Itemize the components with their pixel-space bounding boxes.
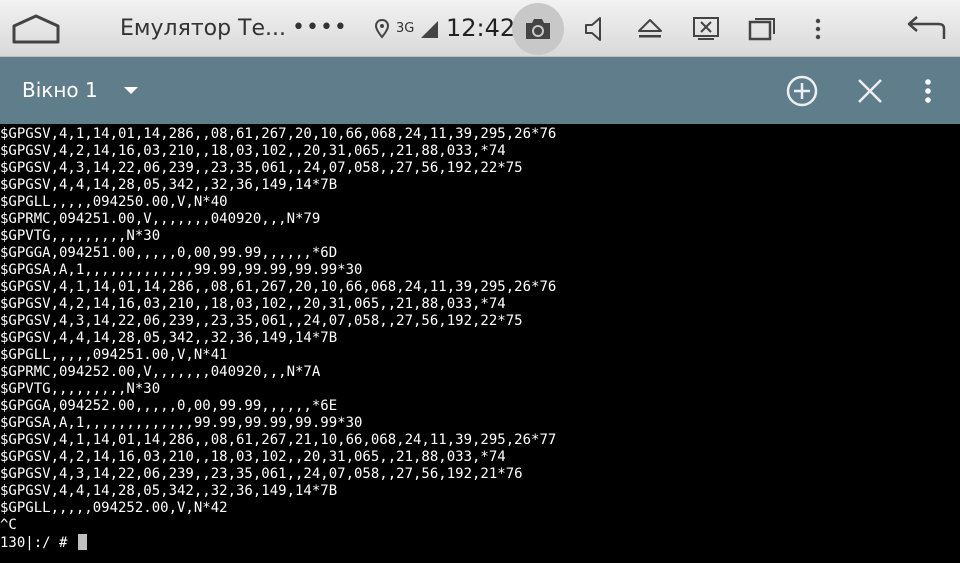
terminal-line: $GPGSV,4,3,14,22,06,239,,23,35,061,,24,0… — [0, 466, 523, 482]
new-window-button[interactable] — [780, 57, 824, 124]
status-bar: Емулятор Те... •••• 3G 12:42 — [0, 0, 960, 57]
location-icon — [372, 0, 392, 57]
terminal-line: $GPGLL,,,,,094252.00,V,N*42 — [0, 500, 228, 516]
back-icon — [907, 15, 946, 39]
back-button[interactable] — [900, 0, 952, 57]
signal-icon — [418, 0, 440, 57]
window-selector[interactable]: Вікно 1 — [22, 57, 98, 124]
overflow-menu-button[interactable] — [916, 57, 940, 124]
terminal-line: $GPGSV,4,2,14,16,03,210,,18,03,102,,20,3… — [0, 143, 506, 159]
terminal-line: $GPGSV,4,4,14,28,05,342,,32,36,149,14*7B — [0, 483, 338, 499]
terminal-line: $GPGSV,4,4,14,28,05,342,,32,36,149,14*7B — [0, 330, 338, 346]
terminal-line: $GPGLL,,,,,094251.00,V,N*41 — [0, 347, 228, 363]
terminal-line: $GPGSV,4,3,14,22,06,239,,23,35,061,,24,0… — [0, 160, 523, 176]
recent-apps-icon — [748, 17, 775, 40]
screen-cast-button[interactable] — [688, 0, 724, 57]
close-window-icon — [858, 78, 882, 103]
home-button[interactable] — [8, 0, 64, 57]
app-title: Емулятор Те... — [120, 16, 286, 41]
terminal-line: $GPGSA,A,1,,,,,,,,,,,,,99.99,99.99,99.99… — [0, 262, 363, 278]
terminal-toolbar: Вікно 1 — [0, 57, 960, 124]
terminal-line: $GPGSV,4,2,14,16,03,210,,18,03,102,,20,3… — [0, 296, 506, 312]
close-window-button[interactable] — [850, 57, 890, 124]
terminal-line: $GPRMC,094252.00,V,,,,,,,040920,,,N*7A — [0, 364, 321, 380]
terminal-line: $GPGSV,4,1,14,01,14,286,,08,61,267,21,10… — [0, 432, 557, 448]
terminal-line: $GPRMC,094251.00,V,,,,,,,040920,,,N*79 — [0, 211, 321, 227]
more-vert-icon — [815, 18, 821, 39]
notification-overflow: •••• — [292, 15, 348, 40]
network-type: 3G — [396, 21, 415, 36]
terminal-line: ^C — [0, 517, 17, 533]
terminal-line: $GPGSV,4,3,14,22,06,239,,23,35,061,,24,0… — [0, 313, 523, 329]
screen-cast-icon — [693, 16, 719, 40]
terminal-line: $GPGSA,A,1,,,,,,,,,,,,,99.99,99.99,99.99… — [0, 415, 363, 431]
home-icon — [12, 14, 60, 43]
terminal-line: $GPGGA,094251.00,,,,,0,00,99.99,,,,,,*6D — [0, 245, 338, 261]
volume-button[interactable] — [578, 0, 612, 57]
recent-apps-button[interactable] — [744, 0, 780, 57]
camera-icon[interactable] — [512, 0, 564, 57]
terminal-line: $GPGSV,4,1,14,01,14,286,,08,61,267,20,10… — [0, 126, 557, 142]
terminal-output[interactable]: $GPGSV,4,1,14,01,14,286,,08,61,267,20,10… — [0, 124, 960, 563]
terminal-line: $GPGSV,4,4,14,28,05,342,,32,36,149,14*7B — [0, 177, 338, 193]
terminal-line: $GPVTG,,,,,,,,,N*30 — [0, 381, 161, 397]
terminal-line: $GPGSV,4,1,14,01,14,286,,08,61,267,20,10… — [0, 279, 557, 295]
terminal-prompt: 130|:/ # — [0, 535, 76, 551]
clock: 12:42 — [446, 14, 516, 42]
add-window-icon — [786, 75, 818, 106]
terminal-line: $GPGLL,,,,,094250.00,V,N*40 — [0, 194, 228, 210]
terminal-line: $GPVTG,,,,,,,,,N*30 — [0, 228, 161, 244]
eject-icon — [638, 18, 662, 37]
more-vert-icon — [925, 78, 931, 103]
terminal-line: $GPGGA,094252.00,,,,,0,00,99.99,,,,,,*6E — [0, 398, 338, 414]
status-menu-button[interactable] — [806, 0, 830, 57]
terminal-line: $GPGSV,4,2,14,16,03,210,,18,03,102,,20,3… — [0, 449, 506, 465]
terminal-prompt-line[interactable]: 130|:/ # — [0, 534, 87, 551]
volume-icon — [585, 16, 601, 41]
terminal-cursor — [77, 534, 87, 550]
eject-button[interactable] — [632, 0, 668, 57]
dropdown-icon[interactable] — [124, 87, 138, 94]
